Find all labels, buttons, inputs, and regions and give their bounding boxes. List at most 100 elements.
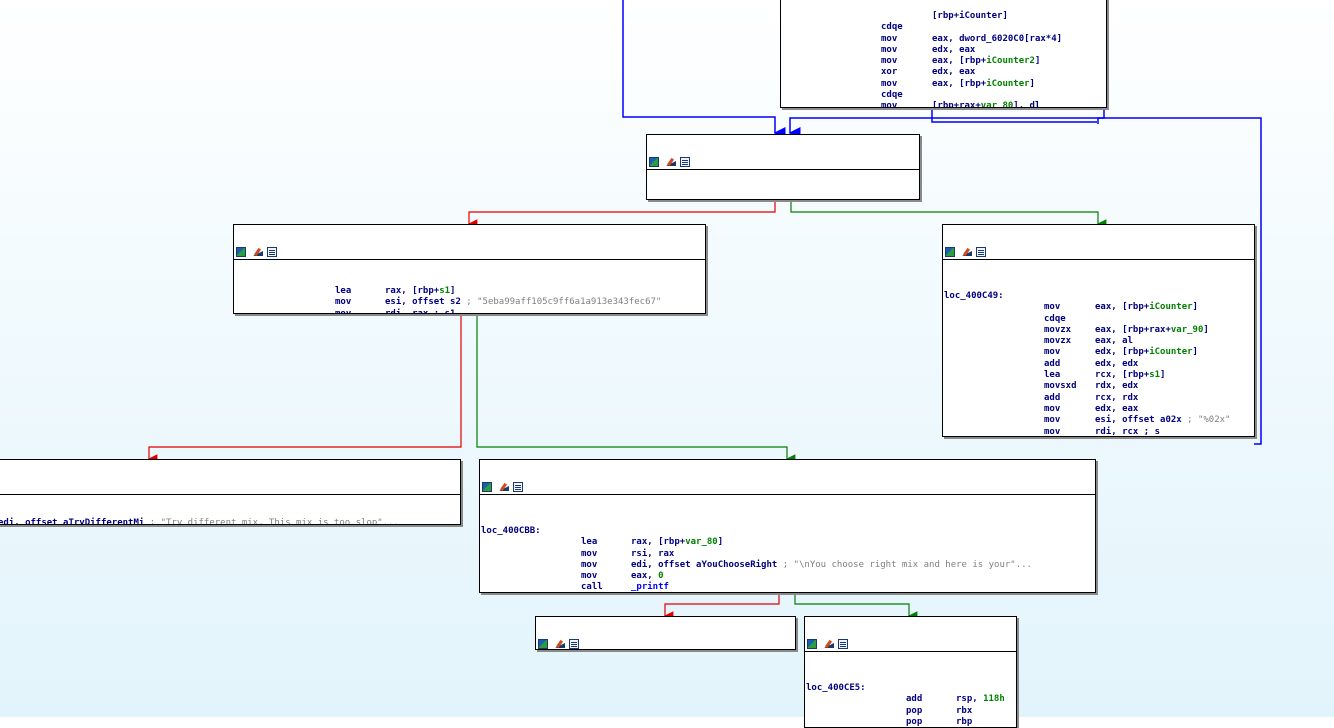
block-titlebar — [647, 155, 919, 170]
code-block-strcmp[interactable]: lea rax, [rbp+s1] mov esi, offset s2 ; "5eb… — [233, 224, 706, 314]
operand-token: eax, [rbp+ — [932, 56, 987, 67]
operands: eax, al — [1095, 336, 1133, 347]
operand-token[interactable]: iCounter — [986, 79, 1029, 89]
asm-line[interactable]: movzx eax, al — [943, 336, 1254, 347]
asm-line[interactable]: mov eax, [rbp+iCounter] — [943, 302, 1254, 313]
asm-line[interactable]: mov edx, eax — [943, 404, 1254, 415]
operands: rdx, edx — [1095, 381, 1138, 392]
operands: rsi, rax — [631, 549, 674, 560]
asm-line[interactable]: xor edx, eax — [781, 67, 1106, 78]
graph-color-icon[interactable] — [538, 639, 548, 649]
operand-token[interactable]: s1 — [1149, 370, 1160, 380]
mnemonic: xor — [881, 67, 898, 78]
operand-token[interactable]: iCounter — [1149, 302, 1192, 312]
asm-line[interactable]: add rsp, 118h — [805, 694, 1016, 705]
operand-token: rsp, — [956, 694, 984, 705]
asm-line[interactable]: edi, offset aTryDifferentMi ; "Try diffe… — [0, 518, 460, 525]
asm-line[interactable]: mov eax, [rbp+iCounter2] — [781, 56, 1106, 67]
operand-token: ; "%02x" — [1181, 415, 1231, 426]
text-view-icon[interactable] — [513, 482, 523, 492]
operand-token[interactable]: s1 — [439, 286, 450, 296]
mnemonic: pop — [906, 716, 923, 727]
asm-line[interactable]: movzx eax, [rbp+rax+var_90] — [943, 325, 1254, 336]
edit-icon[interactable] — [554, 639, 564, 649]
operand-token: ] — [1029, 78, 1035, 89]
code-block-stack-chk-fail[interactable]: call___stack_chk_fail — [535, 616, 796, 650]
asm-line[interactable]: cdqe — [781, 22, 1106, 33]
graph-color-icon[interactable] — [649, 157, 659, 167]
edit-icon[interactable] — [498, 482, 508, 492]
operand-token[interactable]: iCounter — [1149, 347, 1192, 357]
operands: rax, [rbp+s1] — [385, 286, 455, 297]
operand-token: edx, edx — [1095, 358, 1139, 369]
text-view-icon[interactable] — [680, 157, 690, 167]
operand-token[interactable]: var_90 — [1171, 325, 1204, 335]
asm-line[interactable]: pop rbx — [805, 706, 1016, 717]
operand-token[interactable]: var_80 — [685, 537, 718, 547]
code-block-loc-400c49[interactable]: loc_400C49: mov eax, [rbp+iCounter] cdqe mov… — [942, 224, 1255, 437]
asm-line[interactable]: mov edi, offset aYouChooseRight ; "\nYou … — [480, 560, 1095, 571]
graph-color-icon[interactable] — [236, 247, 246, 257]
mnemonic: mov — [581, 548, 598, 559]
asm-line[interactable]: mov rsi, rax — [480, 549, 1095, 560]
asm-line[interactable]: call _printf — [480, 582, 1095, 592]
asm-line[interactable]: [rbp+iCounter] — [781, 11, 1106, 22]
operand-token[interactable]: _printf — [631, 582, 669, 592]
text-view-icon[interactable] — [976, 247, 986, 257]
code-block-loc-400ce5[interactable]: loc_400CE5:addrsp, 118hpoprbxpoprbpretnm… — [804, 616, 1017, 728]
asm-line[interactable]: cdqe — [781, 90, 1106, 101]
operand-token[interactable]: 0 — [658, 571, 663, 581]
operand-token: edx, eax — [1095, 403, 1139, 414]
block-label[interactable]: loc_400CE5: — [805, 683, 1016, 694]
operand-token[interactable]: iCounter2 — [986, 56, 1035, 66]
asm-line[interactable]: cdqe — [943, 314, 1254, 325]
block-label[interactable]: loc_400C49: — [943, 291, 1254, 302]
operands: rcx, rdx — [1095, 393, 1138, 404]
operand-token: [rbp+iCounter] — [932, 11, 1008, 21]
code-block-loc-400cbb[interactable]: loc_400CBB: lea rax, [rbp+var_80] mov rsi, r… — [479, 459, 1096, 593]
graph-color-icon[interactable] — [807, 639, 817, 649]
asm-line[interactable]: mov eax, 0 — [480, 571, 1095, 582]
mnemonic: movzx — [1044, 336, 1072, 347]
code-block-fail[interactable]: edi, offset aTryDifferentMi ; "Try diffe… — [0, 459, 461, 525]
asm-line[interactable]: mov esi, offset a02x ; "%02x" — [943, 415, 1254, 426]
edit-icon[interactable] — [665, 157, 675, 167]
graph-color-icon[interactable] — [945, 247, 955, 257]
edit-icon[interactable] — [823, 639, 833, 649]
asm-line[interactable]: mov rdi, rax ; s1 — [234, 309, 705, 313]
text-view-icon[interactable] — [267, 247, 277, 257]
block-label[interactable]: loc_400CBB: — [480, 526, 1095, 537]
text-view-icon[interactable] — [569, 639, 579, 649]
text-view-icon[interactable] — [838, 639, 848, 649]
operands: edx, eax — [1095, 404, 1138, 415]
code-block-top[interactable]: [rbp+iCounter] cdqe mov eax, dword_6020C0[r… — [780, 0, 1107, 108]
asm-line[interactable]: mov edx, [rbp+iCounter] — [943, 347, 1254, 358]
asm-line[interactable]: add edx, edx — [943, 359, 1254, 370]
asm-line[interactable]: add rcx, rdx — [943, 393, 1254, 404]
operand-token[interactable]: var_80 — [981, 101, 1014, 107]
graph-color-icon[interactable] — [482, 482, 492, 492]
asm-line[interactable]: lea rcx, [rbp+s1] — [943, 370, 1254, 381]
asm-line[interactable]: lea rax, [rbp+var_80] — [480, 537, 1095, 548]
operands: eax, 0 — [631, 571, 664, 582]
asm-line[interactable]: mov rdi, rcx ; s — [943, 427, 1254, 436]
asm-line[interactable]: mov esi, offset s2 ; "5eba99aff105c9ff6a1… — [234, 297, 705, 308]
edit-icon[interactable] — [252, 247, 262, 257]
asm-line[interactable]: mov [rbp+rax+var_80], dl — [781, 101, 1106, 107]
asm-line[interactable]: mov eax, [rbp+iCounter] — [781, 79, 1106, 90]
operand-token[interactable]: 118h — [983, 694, 1005, 704]
asm-line[interactable]: movsxd rdx, edx — [943, 381, 1254, 392]
asm-line[interactable]: lea rax, [rbp+s1] — [234, 286, 705, 297]
asm-line[interactable]: mov eax, dword_6020C0[rax*4] — [781, 34, 1106, 45]
edit-icon[interactable] — [961, 247, 971, 257]
operands: _printf — [631, 582, 669, 592]
operand-token: ] — [1034, 56, 1041, 67]
operand-token: ; "Try different mix, This mix is too sl… — [144, 518, 399, 525]
mnemonic: cdqe — [1044, 313, 1066, 324]
code-block-loc-400c89[interactable]: loc_400C89:cmp[rbp+iCounter], 0Fhjleshor… — [646, 134, 920, 200]
operands: rsp, 118h — [956, 694, 1005, 705]
operands: eax, [rbp+iCounter] — [932, 79, 1035, 90]
asm-line[interactable]: mov edx, eax — [781, 45, 1106, 56]
operands: esi, offset s2 ; "5eba99aff105c9ff6a1a91… — [385, 297, 661, 308]
asm-line[interactable]: pop rbp — [805, 716, 1016, 727]
